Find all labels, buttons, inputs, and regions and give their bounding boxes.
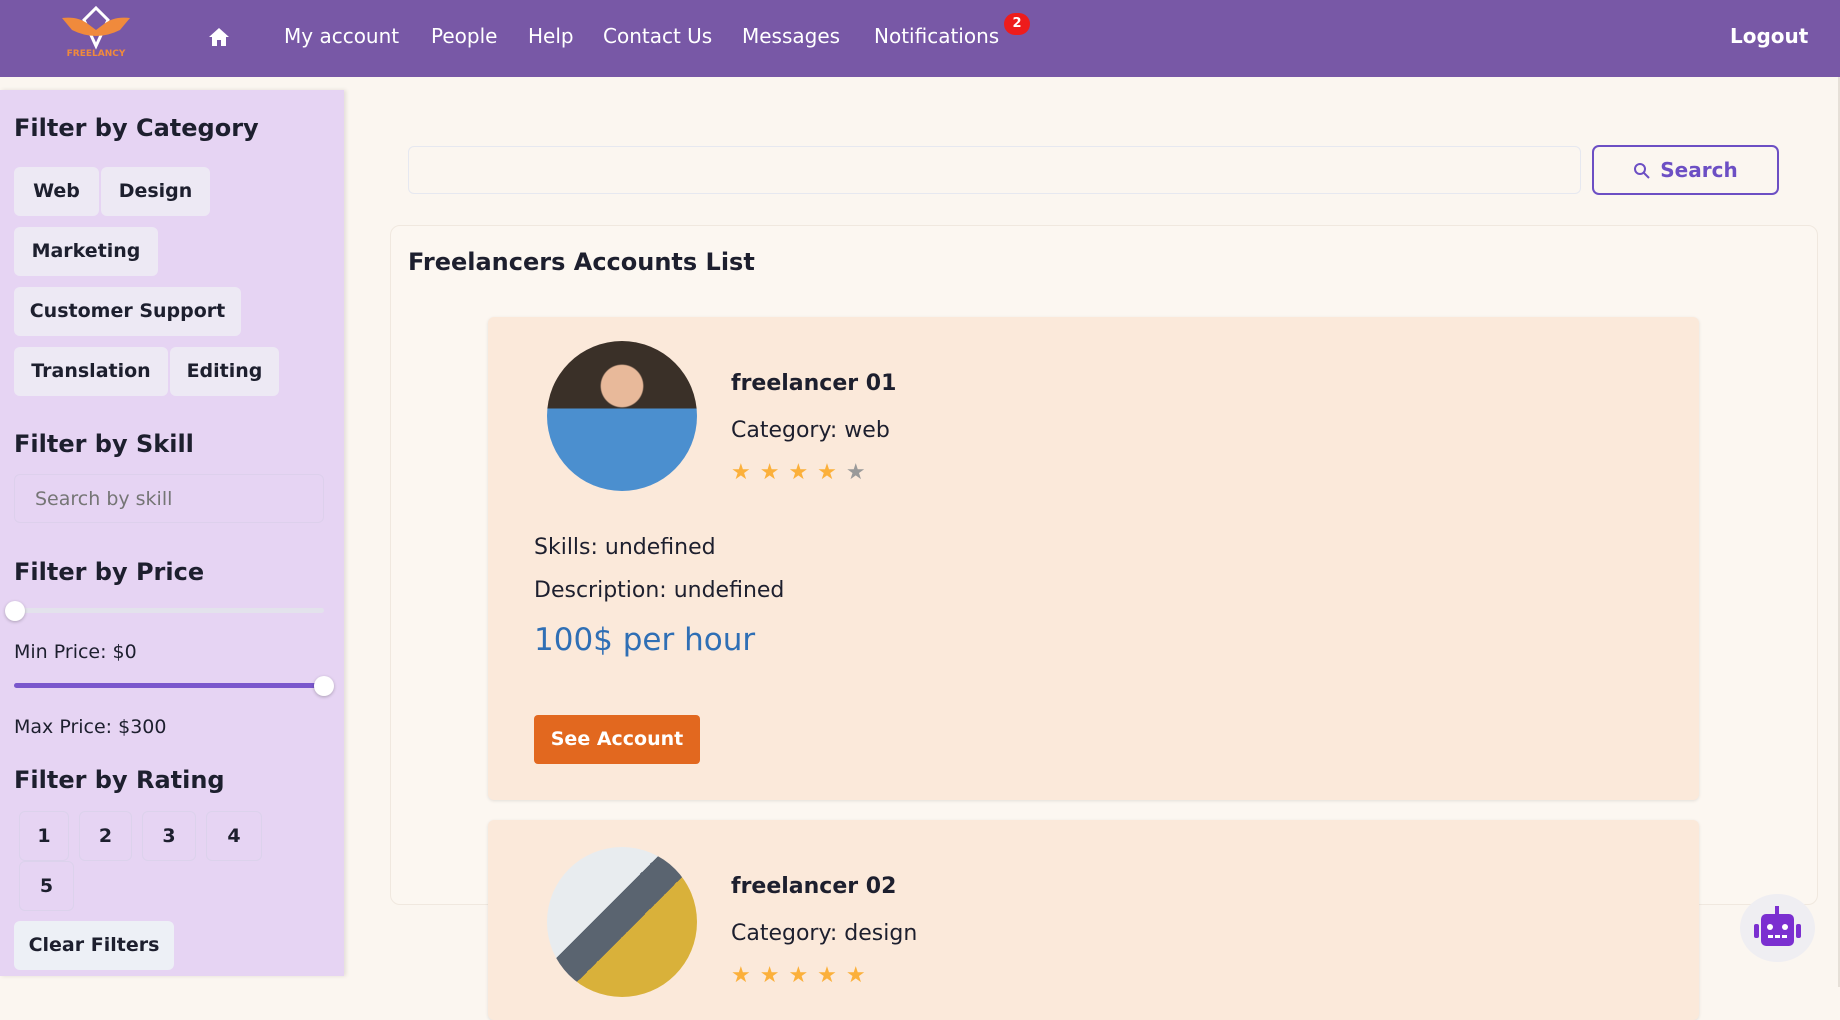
nav-messages[interactable]: Messages [742,24,840,48]
filter-sidebar: Filter by Category Web Design Marketing … [0,90,344,976]
freelancer-description: Description: undefined [534,578,785,603]
notification-badge: 2 [1004,13,1030,35]
min-price-label: Min Price: $0 [14,641,137,663]
nav-people[interactable]: People [431,24,497,48]
search-input[interactable] [408,146,1581,194]
nav-contact-us[interactable]: Contact Us [603,24,712,48]
logo-text: FREELANCY [66,49,126,59]
max-price-label: Max Price: $300 [14,716,167,738]
category-customer-support[interactable]: Customer Support [14,287,241,336]
home-icon[interactable] [208,27,230,51]
nav-my-account[interactable]: My account [284,24,399,48]
page-title: Freelancers Accounts List [408,248,755,276]
nav-help[interactable]: Help [528,24,574,48]
skill-search-input[interactable] [14,474,324,523]
logout-link[interactable]: Logout [1730,24,1808,48]
avatar [547,847,697,997]
category-web[interactable]: Web [14,167,99,216]
freelancer-price: 100$ per hour [534,622,756,658]
rating-5-button[interactable]: 5 [19,861,74,911]
category-marketing[interactable]: Marketing [14,227,158,276]
robot-icon [1754,906,1801,946]
rating-stars: ★★★★★ [731,963,875,988]
rating-1-button[interactable]: 1 [19,811,69,861]
freelancer-category: Category: web [731,418,890,443]
search-button-label: Search [1660,158,1738,182]
freelancer-name: freelancer 02 [731,874,897,899]
handshake-logo-icon [62,5,130,50]
rating-3-button[interactable]: 3 [142,811,196,861]
category-filter-title: Filter by Category [14,114,259,142]
freelancer-category: Category: design [731,921,918,946]
logo[interactable]: FREELANCY [58,5,134,62]
freelancer-skills: Skills: undefined [534,535,716,560]
skill-filter-title: Filter by Skill [14,430,194,458]
price-filter-title: Filter by Price [14,558,205,586]
avatar [547,341,697,491]
search-icon [1634,163,1650,179]
category-design[interactable]: Design [101,167,210,216]
rating-stars: ★★★★★ [731,460,875,485]
rating-2-button[interactable]: 2 [79,811,132,861]
category-editing[interactable]: Editing [170,347,279,396]
freelancer-card: freelancer 01 Category: web ★★★★★ Skills… [488,317,1699,800]
rating-filter-title: Filter by Rating [14,766,225,794]
min-price-slider-thumb[interactable] [5,601,25,621]
see-account-button[interactable]: See Account [534,715,700,764]
max-price-slider-thumb[interactable] [314,676,334,696]
min-price-slider[interactable] [14,608,324,613]
max-price-slider[interactable] [14,683,324,688]
nav-notifications[interactable]: Notifications [874,24,999,48]
rating-4-button[interactable]: 4 [206,811,262,861]
clear-filters-button[interactable]: Clear Filters [14,921,174,970]
chatbot-button[interactable] [1740,894,1815,962]
freelancer-card: freelancer 02 Category: design ★★★★★ [488,820,1699,1020]
freelancer-name: freelancer 01 [731,371,897,396]
top-navbar: FREELANCY My account People Help Contact… [0,0,1840,77]
search-button[interactable]: Search [1592,145,1779,195]
category-translation[interactable]: Translation [14,347,168,396]
